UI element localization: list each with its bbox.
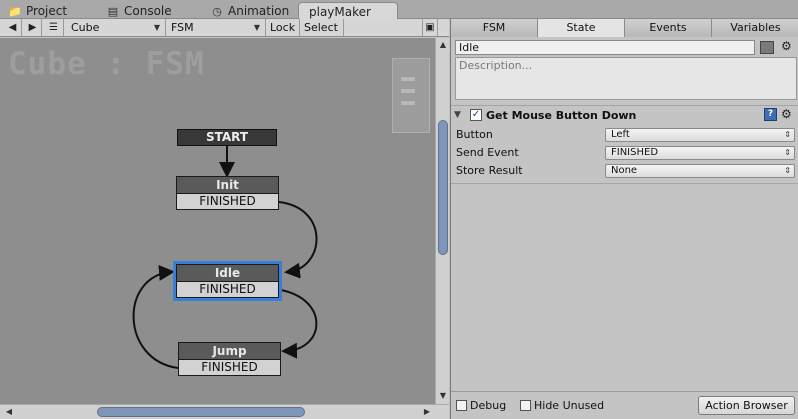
state-idle[interactable]: Idle FINISHED — [173, 261, 282, 301]
state-jump[interactable]: Jump FINISHED — [178, 342, 281, 376]
state-name: Jump — [179, 343, 280, 359]
state-name: Init — [177, 177, 278, 193]
property-label: Button — [456, 128, 493, 141]
jump-to-idle-transition — [132, 264, 179, 369]
state-event[interactable]: FINISHED — [177, 193, 278, 209]
graph-toolbar: ◀ ▶ ☰ Cube ▼ FSM ▼ Lock Select ▣ — [0, 19, 449, 37]
tab-project[interactable]: 📁 Project — [0, 2, 68, 19]
action-header: ▼ ✓ Get Mouse Button Down ? ⚙ — [451, 105, 798, 125]
send-event-dropdown[interactable]: FINISHED ⇕ — [605, 146, 795, 160]
panel-footer: Debug Hide Unused Action Browser — [451, 391, 798, 419]
help-icon[interactable]: ? — [764, 108, 777, 121]
tab-events[interactable]: Events — [625, 19, 712, 37]
editor-tab-bar: 📁 Project ▤ Console ◷ Animation playMaker — [0, 0, 798, 20]
property-label: Store Result — [456, 164, 523, 177]
property-label: Send Event — [456, 146, 519, 159]
hide-unused-label: Hide Unused — [534, 399, 605, 412]
state-color-swatch[interactable] — [760, 41, 774, 54]
collapse-triangle-icon[interactable]: ▼ — [454, 110, 461, 120]
dropdown-value: None — [611, 165, 638, 176]
horizontal-scrollbar[interactable]: ◀ ▶ — [0, 404, 449, 419]
hide-unused-checkbox[interactable]: Hide Unused — [520, 399, 604, 412]
fsm-select-value: FSM — [171, 21, 194, 34]
window-options-icon[interactable]: ▣ — [422, 19, 438, 36]
gameobject-select-value: Cube — [71, 21, 100, 34]
updown-caret-icon: ⇕ — [784, 166, 791, 175]
scroll-up-icon[interactable]: ▲ — [436, 40, 450, 49]
folder-icon: 📁 — [8, 5, 22, 18]
tab-animation[interactable]: ◷ Animation — [202, 2, 298, 19]
select-button[interactable]: Select — [300, 19, 344, 36]
divider — [451, 183, 798, 184]
idle-to-jump-transition — [280, 289, 318, 359]
state-name-field[interactable]: Idle — [455, 40, 755, 55]
store-result-dropdown[interactable]: None ⇕ — [605, 164, 795, 178]
tab-variables[interactable]: Variables — [712, 19, 798, 37]
tab-console-label: Console — [124, 4, 172, 18]
animation-icon: ◷ — [212, 5, 222, 18]
fsm-select[interactable]: FSM ▼ — [166, 19, 266, 36]
action-browser-button[interactable]: Action Browser — [698, 396, 795, 415]
back-button[interactable]: ◀ — [4, 19, 22, 36]
tab-project-label: Project — [26, 4, 68, 18]
inspector-panel: FSM State Events Variables Idle ⚙ Descri… — [450, 19, 798, 419]
menu-icon[interactable]: ☰ — [44, 19, 64, 36]
gear-icon[interactable]: ⚙ — [781, 107, 792, 121]
tab-fsm[interactable]: FSM — [451, 19, 538, 37]
property-row-button: Button Left ⇕ — [451, 127, 798, 145]
scroll-left-icon[interactable]: ◀ — [2, 407, 16, 416]
action-enabled-checkbox[interactable]: ✓ — [470, 109, 482, 121]
checkbox-box — [520, 400, 531, 411]
state-init[interactable]: Init FINISHED — [176, 176, 279, 210]
tab-playmaker[interactable]: playMaker — [298, 2, 398, 20]
debug-label: Debug — [470, 399, 507, 412]
updown-caret-icon: ⇕ — [784, 130, 791, 139]
chevron-down-icon: ▼ — [253, 23, 260, 32]
horizontal-scroll-thumb[interactable] — [97, 407, 305, 417]
console-icon: ▤ — [107, 5, 119, 18]
button-dropdown[interactable]: Left ⇕ — [605, 128, 795, 142]
tab-state[interactable]: State — [538, 19, 625, 37]
gear-icon[interactable]: ⚙ — [781, 39, 797, 53]
scroll-down-icon[interactable]: ▼ — [436, 391, 450, 400]
inspector-tabs: FSM State Events Variables — [451, 19, 798, 37]
vertical-scroll-thumb[interactable] — [438, 120, 448, 255]
property-row-store-result: Store Result None ⇕ — [451, 163, 798, 181]
vertical-scrollbar[interactable]: ▲ ▼ — [435, 38, 449, 404]
state-event[interactable]: FINISHED — [179, 359, 280, 375]
dropdown-value: FINISHED — [611, 147, 659, 158]
checkbox-box — [456, 400, 467, 411]
tab-console[interactable]: ▤ Console — [98, 2, 190, 19]
tab-animation-label: Animation — [228, 4, 290, 18]
gameobject-select[interactable]: Cube ▼ — [66, 19, 166, 36]
tab-playmaker-label: playMaker — [309, 5, 371, 19]
fsm-graph-canvas[interactable]: Cube : FSM START Init FINISHED Idle FINI… — [0, 38, 435, 404]
scroll-right-icon[interactable]: ▶ — [420, 407, 434, 416]
action-title: Get Mouse Button Down — [486, 109, 637, 122]
property-row-send-event: Send Event FINISHED ⇕ — [451, 145, 798, 163]
description-field[interactable]: Description... — [455, 57, 797, 100]
updown-caret-icon: ⇕ — [784, 148, 791, 157]
chevron-down-icon: ▼ — [153, 23, 160, 32]
state-name: Idle — [177, 265, 278, 281]
init-to-idle-transition — [278, 201, 318, 279]
forward-button[interactable]: ▶ — [24, 19, 42, 36]
state-event[interactable]: FINISHED — [177, 281, 278, 297]
lock-button[interactable]: Lock — [266, 19, 300, 36]
debug-checkbox[interactable]: Debug — [456, 399, 506, 412]
dropdown-value: Left — [611, 129, 630, 140]
start-node: START — [177, 129, 277, 146]
